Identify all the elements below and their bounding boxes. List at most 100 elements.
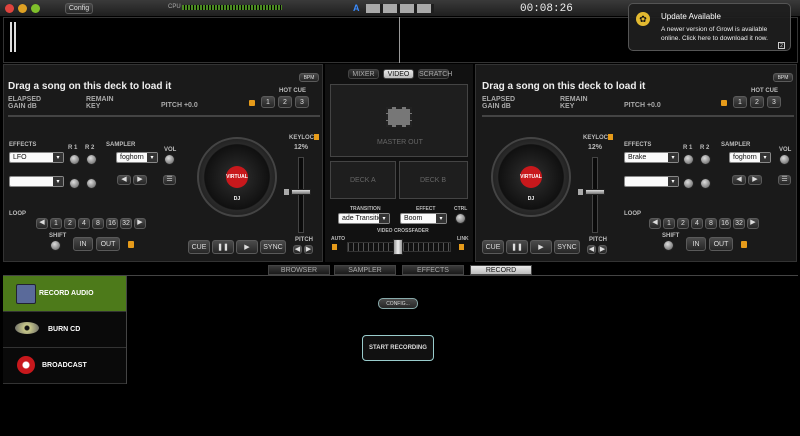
right-vol-knob[interactable] [779, 154, 790, 165]
right-progress-line[interactable] [482, 115, 794, 117]
right-loop-next[interactable]: ▶ [747, 218, 759, 229]
left-turntable[interactable]: VIRTUAL DJ [197, 137, 277, 217]
left-sampler-play[interactable]: ▶ [133, 175, 147, 185]
right-pitch-slider[interactable] [585, 189, 605, 195]
right-pause-button[interactable]: ❚❚ [506, 240, 528, 254]
left-r1-knob[interactable] [69, 154, 80, 165]
left-effect-select[interactable]: LFO ▾ [9, 152, 64, 163]
right-hotcue-1[interactable]: 1 [733, 96, 747, 108]
right-turntable[interactable]: VIRTUAL DJ [491, 137, 571, 217]
video-effect-select[interactable]: Boom ▾ [400, 213, 447, 224]
left-loop-next[interactable]: ▶ [134, 218, 146, 229]
sidebar-item-burn-cd[interactable]: BURN CD [3, 312, 126, 348]
left-pitch-up[interactable]: ▶ [304, 245, 313, 254]
tab-effects[interactable]: EFFECTS [402, 265, 464, 275]
left-hotcue-2[interactable]: 2 [278, 96, 292, 108]
left-loop-2[interactable]: 2 [64, 218, 76, 229]
master-out-preview[interactable]: MASTER OUT [330, 84, 468, 157]
left-hotcue-1[interactable]: 1 [261, 96, 275, 108]
growl-notification[interactable]: ✿ Update Available A newer version of Gr… [628, 3, 791, 51]
left-turntable-lock-icon[interactable] [284, 189, 289, 195]
right-pitch-down[interactable]: ◀ [587, 245, 596, 254]
left-loop-lock-icon[interactable] [128, 241, 134, 248]
left-r1-knob-2[interactable] [69, 178, 80, 189]
left-loop-out[interactable]: OUT [96, 237, 120, 251]
link-lock-icon[interactable] [459, 244, 464, 250]
right-loop-prev[interactable]: ◀ [649, 218, 661, 229]
right-play-button[interactable]: ▶ [530, 240, 552, 254]
deck-b-preview[interactable]: DECK B [399, 161, 468, 199]
layout-icon[interactable] [366, 4, 434, 13]
left-shift-knob[interactable] [50, 240, 61, 251]
right-bpm-button[interactable]: BPM [773, 73, 793, 82]
left-loop-8[interactable]: 8 [92, 218, 104, 229]
tab-browser[interactable]: BROWSER [268, 265, 330, 275]
right-loop-16[interactable]: 16 [719, 218, 731, 229]
right-sampler-play[interactable]: ▶ [748, 175, 762, 185]
right-cue-button[interactable]: CUE [482, 240, 504, 254]
left-loop-1[interactable]: 1 [50, 218, 62, 229]
left-loop-prev[interactable]: ◀ [36, 218, 48, 229]
left-lock-icon[interactable] [249, 100, 255, 106]
deck-a-preview[interactable]: DECK A [330, 161, 396, 199]
auto-lock-icon[interactable] [332, 244, 337, 250]
right-loop-2[interactable]: 2 [677, 218, 689, 229]
right-turntable-lock-icon[interactable] [578, 189, 583, 195]
tab-record[interactable]: RECORD [470, 265, 532, 275]
right-keylock-icon[interactable] [608, 134, 613, 140]
left-pitch-down[interactable]: ◀ [293, 245, 302, 254]
left-pitch-slider[interactable] [291, 189, 311, 195]
right-r1-knob[interactable] [683, 154, 694, 165]
right-loop-8[interactable]: 8 [705, 218, 717, 229]
left-play-button[interactable]: ▶ [236, 240, 258, 254]
deck-mode-indicator[interactable]: A [353, 3, 360, 13]
left-pause-button[interactable]: ❚❚ [212, 240, 234, 254]
left-vol-knob[interactable] [164, 154, 175, 165]
left-sampler-menu[interactable]: ☰ [163, 175, 176, 185]
right-loop-in[interactable]: IN [686, 237, 706, 251]
right-loop-32[interactable]: 32 [733, 218, 745, 229]
left-sync-button[interactable]: SYNC [260, 240, 286, 254]
right-effect-select[interactable]: Brake ▾ [624, 152, 679, 163]
right-r2-knob[interactable] [700, 154, 711, 165]
right-loop-1[interactable]: 1 [663, 218, 675, 229]
right-loop-out[interactable]: OUT [709, 237, 733, 251]
left-loop-in[interactable]: IN [73, 237, 93, 251]
tab-mixer[interactable]: MIXER [348, 69, 379, 79]
left-r2-knob-2[interactable] [86, 178, 97, 189]
left-effect-select-2[interactable]: ▾ [9, 176, 64, 187]
zoom-window-button[interactable] [31, 4, 40, 13]
right-shift-knob[interactable] [663, 240, 674, 251]
left-loop-32[interactable]: 32 [120, 218, 132, 229]
right-sampler-prev[interactable]: ◀ [732, 175, 746, 185]
right-sampler-menu[interactable]: ☰ [778, 175, 791, 185]
right-pitch-up[interactable]: ▶ [598, 245, 607, 254]
minimize-window-button[interactable] [18, 4, 27, 13]
right-hotcue-3[interactable]: 3 [767, 96, 781, 108]
left-progress-line[interactable] [8, 115, 320, 117]
ctrl-knob[interactable] [455, 213, 466, 224]
left-hotcue-3[interactable]: 3 [295, 96, 309, 108]
right-loop-4[interactable]: 4 [691, 218, 703, 229]
right-sampler-select[interactable]: foghorn ▾ [729, 152, 771, 163]
right-r2-knob-2[interactable] [700, 178, 711, 189]
sidebar-item-broadcast[interactable]: BROADCAST [3, 348, 126, 384]
right-r1-knob-2[interactable] [683, 178, 694, 189]
left-sampler-select[interactable]: foghorn ▾ [116, 152, 158, 163]
right-loop-lock-icon[interactable] [741, 241, 747, 248]
crossfader-handle[interactable] [393, 239, 403, 255]
left-bpm-button[interactable]: BPM [299, 73, 319, 82]
right-lock-icon[interactable] [721, 100, 727, 106]
sidebar-item-record-audio[interactable]: RECORD AUDIO [3, 276, 126, 312]
record-config-button[interactable]: CONFIG... [378, 298, 418, 309]
left-cue-button[interactable]: CUE [188, 240, 210, 254]
left-loop-4[interactable]: 4 [78, 218, 90, 229]
left-r2-knob[interactable] [86, 154, 97, 165]
right-hotcue-2[interactable]: 2 [750, 96, 764, 108]
tab-sampler[interactable]: SAMPLER [334, 265, 396, 275]
left-loop-16[interactable]: 16 [106, 218, 118, 229]
config-button[interactable]: Config [65, 3, 93, 14]
tab-video[interactable]: VIDEO [383, 69, 414, 79]
tab-scratch[interactable]: SCRATCH [418, 69, 452, 79]
transition-select[interactable]: ade Transitio ▾ [338, 213, 390, 224]
